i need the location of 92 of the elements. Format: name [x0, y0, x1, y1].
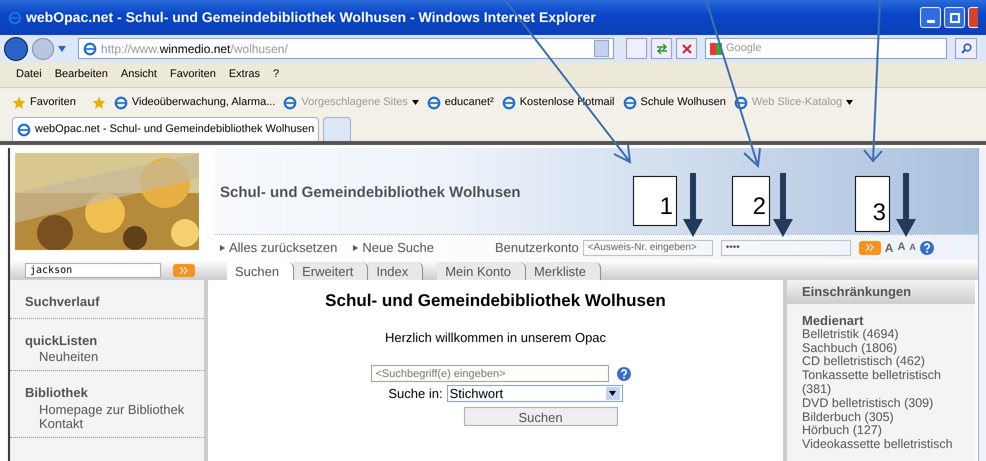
- down-arrow: [773, 173, 793, 237]
- nav-link[interactable]: Neue Suche: [353, 238, 434, 258]
- search-in-label: Suche in:: [388, 385, 443, 403]
- sidebar-heading: Bibliothek: [25, 384, 89, 402]
- browser-logo-icon: [17, 122, 31, 136]
- quick-search-button[interactable]: [173, 264, 195, 276]
- bullet-icon: [220, 244, 225, 250]
- dropdown-arrow-icon[interactable]: [58, 46, 66, 52]
- add-favorite-icon: [92, 96, 106, 110]
- filter-link[interactable]: CD belletristisch (462): [802, 355, 960, 370]
- help-icon[interactable]: [616, 366, 630, 380]
- tab[interactable]: Mein Konto: [437, 262, 526, 280]
- tab[interactable]: Merkliste: [526, 262, 601, 280]
- filter-heading: Medienart: [802, 314, 864, 328]
- favorite-link[interactable]: Schule Wolhusen: [622, 94, 726, 111]
- search-field[interactable]: <Suchbegriff(e) eingeben>: [370, 365, 608, 382]
- search-button[interactable]: [955, 38, 977, 59]
- filter-link[interactable]: Tonkassette belletristisch (381): [802, 369, 960, 397]
- browser-logo-icon: [114, 96, 128, 110]
- dropdown-arrow-icon: [609, 391, 616, 396]
- browser-logo-icon: [83, 42, 97, 56]
- login-button[interactable]: [858, 240, 881, 254]
- favorite-link[interactable]: educanet²: [426, 94, 494, 111]
- font-size-button[interactable]: A: [884, 238, 894, 256]
- site-title: Schul- und Gemeindebibliothek Wolhusen: [220, 182, 521, 203]
- dropdown-arrow-icon: [412, 100, 419, 105]
- browser-logo-icon: [8, 10, 22, 24]
- back-button[interactable]: [4, 36, 28, 60]
- welcome-text: Herzlich willkommen in unserem Opac: [384, 328, 606, 347]
- sidebar-heading: quickListen: [25, 332, 98, 350]
- menu-item[interactable]: Ansicht: [120, 66, 157, 83]
- account-label: Benutzerkonto: [494, 238, 579, 257]
- sidebar-link[interactable]: Kontakt: [25, 416, 189, 430]
- filter-link[interactable]: Belletristik (4694): [802, 328, 960, 342]
- password-field[interactable]: ••••: [720, 240, 851, 256]
- menu-item[interactable]: ?: [273, 66, 280, 83]
- menu-item[interactable]: Bearbeiten: [54, 66, 108, 83]
- dropdown-arrow-icon: [846, 100, 854, 105]
- double-chevron-icon: [180, 266, 188, 274]
- menu-item[interactable]: Datei: [16, 66, 42, 83]
- down-arrow: [896, 173, 916, 237]
- minimize-button[interactable]: [920, 7, 941, 28]
- bullet-icon: [353, 244, 358, 250]
- browser-logo-icon: [734, 96, 748, 110]
- address-field[interactable]: http://www.winmedio.net/wolhusen/: [78, 38, 614, 59]
- double-chevron-icon: [866, 244, 874, 251]
- menu-item[interactable]: Extras: [228, 66, 260, 83]
- browser-logo-icon: [502, 96, 516, 110]
- browser-logo-icon: [622, 96, 636, 110]
- id-field[interactable]: <Ausweis-Nr. eingeben>: [582, 240, 713, 256]
- search-icon: [960, 43, 972, 54]
- browser-logo-icon: [426, 96, 441, 110]
- window-title: webOpac.net - Schul- und Gemeindebibliothek Wolhusen - Windows Internet Explorer: [26, 8, 596, 27]
- sidebar-link[interactable]: Homepage zur Bibliothek: [25, 402, 189, 416]
- search-placeholder: Google: [726, 41, 762, 56]
- font-size-button[interactable]: A: [897, 239, 906, 256]
- close-icon: [682, 44, 692, 54]
- favorite-link[interactable]: Videoüberwachung, Alarma...: [114, 94, 276, 111]
- filter-link[interactable]: DVD belletristisch (309): [802, 396, 960, 411]
- panel-header: Einschränkungen: [787, 280, 975, 304]
- tab[interactable]: Index: [368, 262, 424, 280]
- sidebar-heading: Suchverlauf: [25, 293, 100, 311]
- search-button[interactable]: Suchen: [464, 406, 618, 426]
- star-icon: [12, 96, 26, 110]
- browser-tab[interactable]: webOpac.net - Schul- und Gemeindebibliothek Wolhusen: [12, 117, 320, 141]
- callout-number: 1: [633, 176, 677, 226]
- nav-link[interactable]: Alles zurücksetzen: [220, 238, 338, 258]
- filter-link[interactable]: Sachbuch (1806): [802, 342, 960, 356]
- filter-link[interactable]: Videokassette belletristisch: [802, 438, 960, 452]
- down-arrow: [683, 173, 703, 237]
- callout-number: 2: [732, 176, 770, 226]
- filter-link[interactable]: Bilderbuch (305): [802, 410, 960, 424]
- browser-logo-icon: [283, 96, 298, 110]
- stop-button[interactable]: [676, 38, 697, 59]
- tab[interactable]: Erweitert: [294, 262, 368, 280]
- refresh-button[interactable]: [651, 38, 672, 59]
- filter-link[interactable]: Hörbuch (127): [802, 424, 960, 438]
- search-in-dropdown[interactable]: Stichwort: [446, 385, 623, 402]
- favorites-button[interactable]: Favoriten: [12, 94, 76, 111]
- help-icon[interactable]: [920, 240, 934, 254]
- menu-item[interactable]: Favoriten: [170, 66, 216, 83]
- maximize-button[interactable]: [944, 7, 965, 28]
- quick-search-field[interactable]: jackson: [25, 262, 161, 278]
- url-text: http://www.winmedio.net/wolhusen/: [101, 40, 288, 58]
- page-heading: Schul- und Gemeindebibliothek Wolhusen: [325, 290, 666, 312]
- font-size-button[interactable]: A: [909, 240, 916, 254]
- refresh-icon: [656, 44, 668, 54]
- callout-number: 3: [855, 176, 890, 232]
- close-button[interactable]: [968, 7, 978, 28]
- tab[interactable]: Suchen: [227, 262, 294, 280]
- sidebar-link[interactable]: Neuheiten: [25, 350, 189, 364]
- compatibility-button[interactable]: [626, 38, 647, 59]
